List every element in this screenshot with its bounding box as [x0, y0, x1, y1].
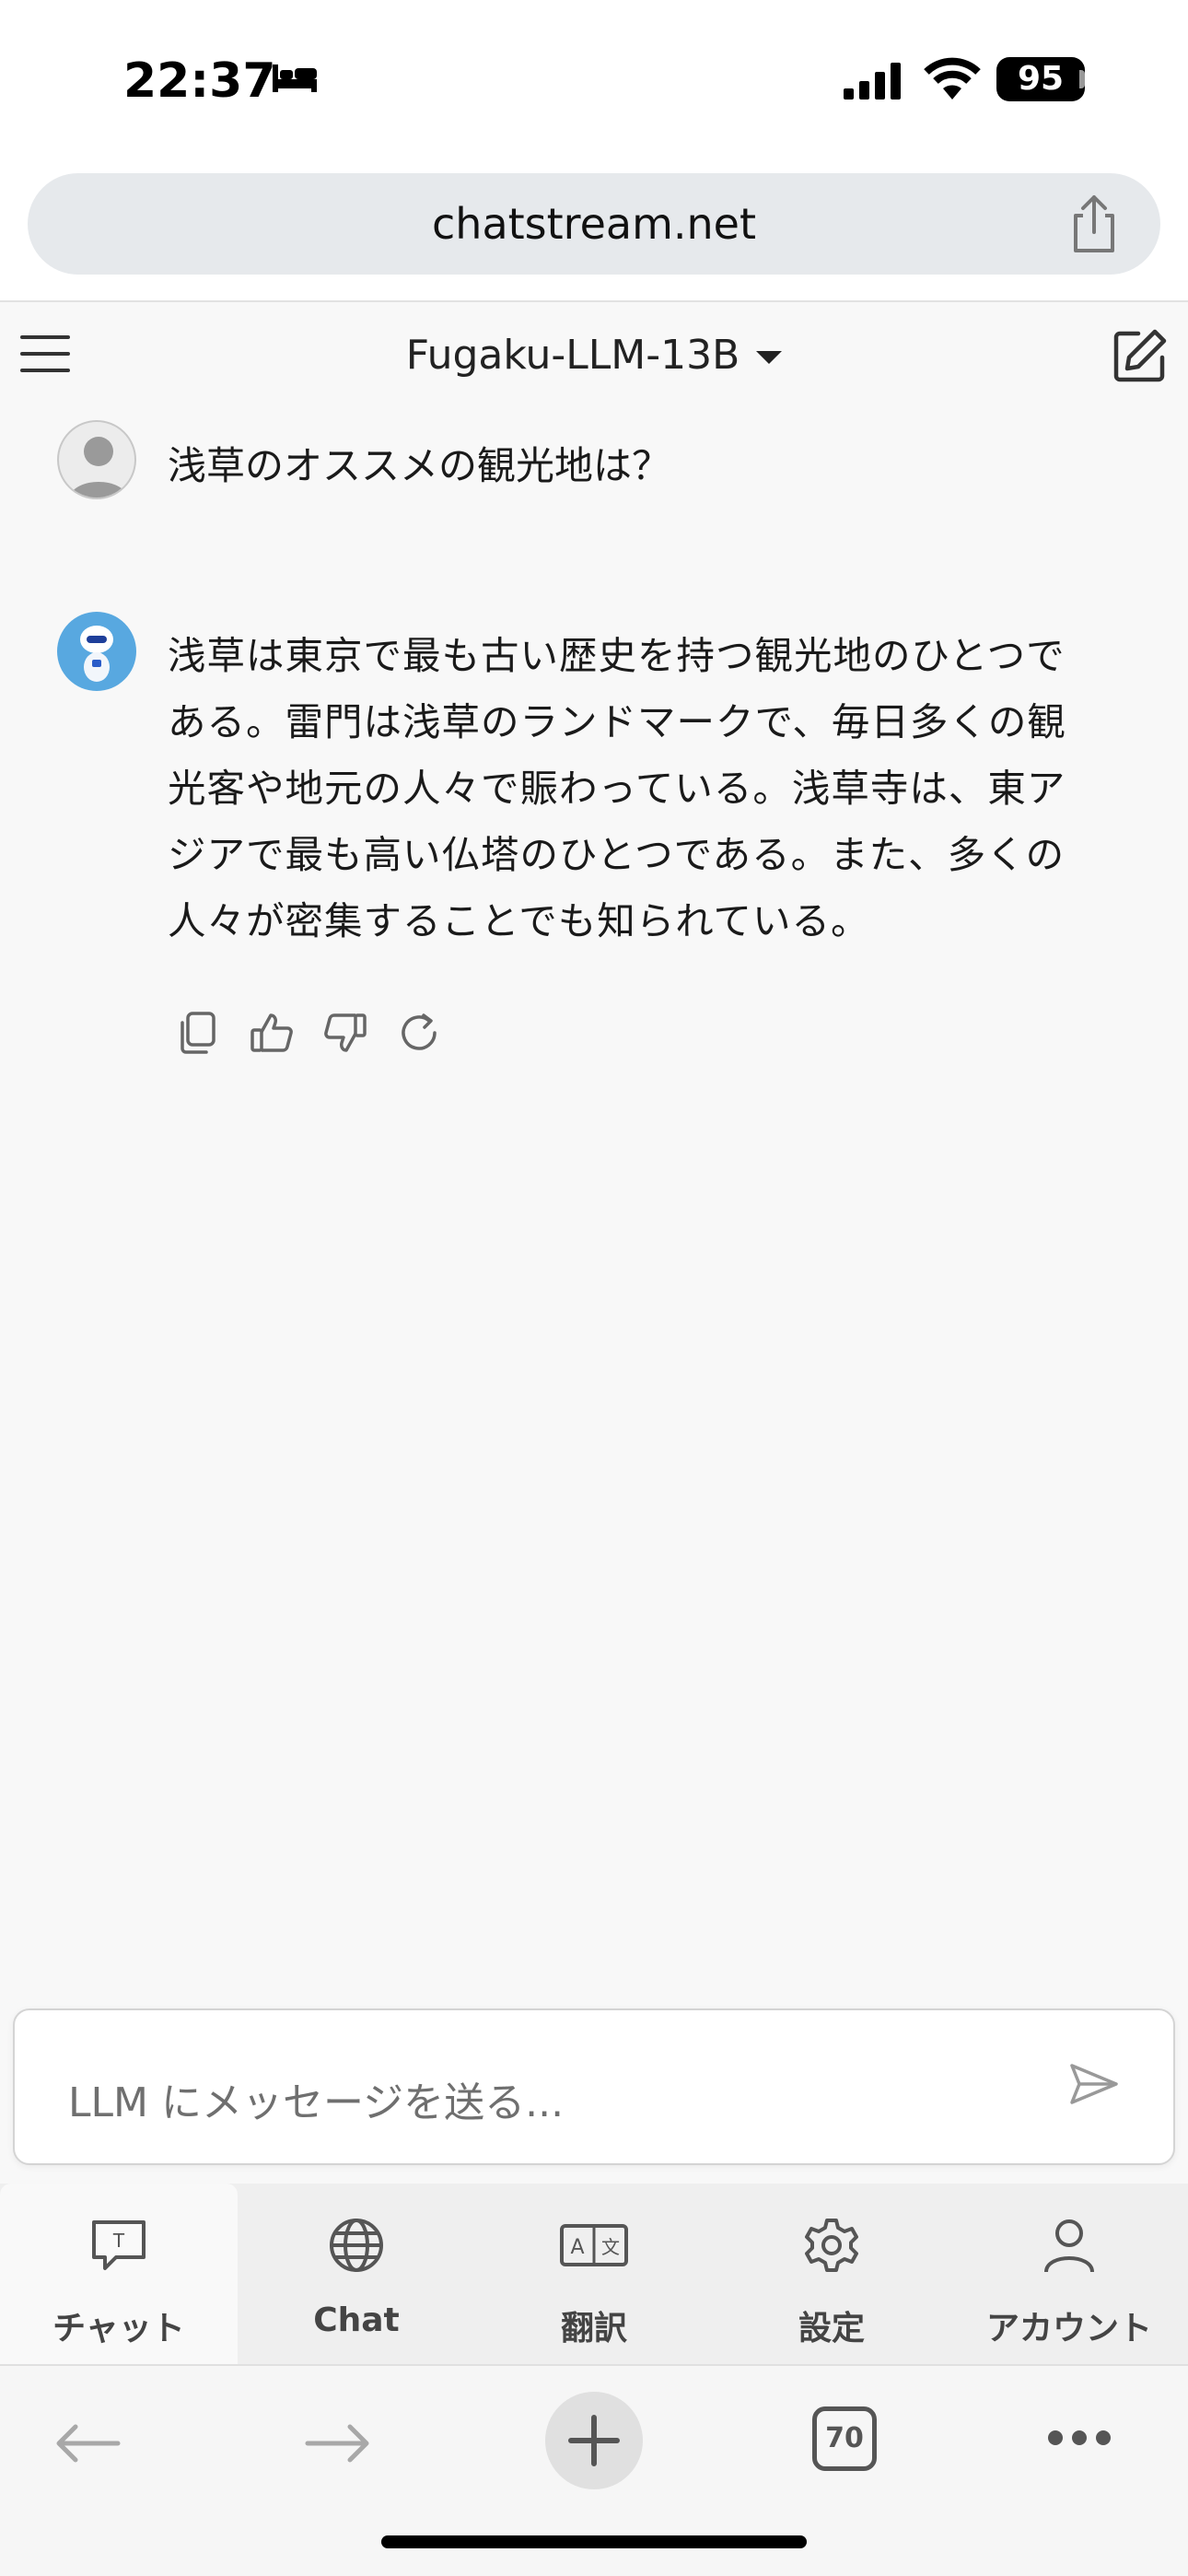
tab-account[interactable]: アカウント: [950, 2184, 1188, 2364]
chevron-down-icon: [756, 351, 783, 364]
user-avatar: [57, 420, 136, 499]
translate-icon: A 文: [560, 2224, 628, 2266]
tab-chat-jp[interactable]: T チャット: [0, 2184, 238, 2364]
tab-label: Chat: [313, 2301, 400, 2339]
new-chat-edit-icon[interactable]: [1111, 326, 1170, 385]
thumbs-down-icon[interactable]: [322, 1010, 368, 1056]
status-bar: 22:37 95: [0, 0, 1188, 157]
tab-label: 翻訳: [560, 2310, 627, 2348]
gear-icon: [805, 2219, 858, 2272]
browser-address-area: chatstream.net: [0, 157, 1188, 302]
svg-text:A: A: [570, 2236, 584, 2259]
tab-label: 設定: [798, 2310, 865, 2348]
tab-label: アカウント: [985, 2310, 1152, 2348]
tab-label: チャット: [52, 2310, 185, 2348]
bot-message-line: 光客や地元の人々で賑わっている。浅草寺は、東ア: [168, 766, 1066, 811]
back-arrow-icon[interactable]: [53, 2423, 122, 2464]
bot-message-line: 人々が密集することでも知られている。: [168, 898, 870, 943]
tab-chat-en[interactable]: Chat: [238, 2184, 475, 2364]
message-input[interactable]: LLM にメッセージを送る...: [13, 2008, 1175, 2165]
bot-message-line: ある。雷門は浅草のランドマークで、毎日多くの観: [168, 699, 1066, 744]
share-icon[interactable]: [1068, 193, 1120, 254]
more-options-icon[interactable]: [1046, 2429, 1112, 2447]
tab-translate[interactable]: A 文 翻訳: [475, 2184, 713, 2364]
battery-indicator: 95: [996, 57, 1085, 101]
url-text: chatstream.net: [432, 199, 756, 249]
status-time: 22:37: [123, 53, 276, 109]
svg-text:文: 文: [601, 2236, 620, 2258]
send-icon[interactable]: [1068, 2062, 1120, 2106]
signal-icon: [844, 63, 901, 100]
person-silhouette-icon: [69, 437, 128, 498]
globe-icon: [330, 2219, 383, 2272]
model-selector[interactable]: Fugaku-LLM-13B: [0, 332, 1188, 379]
bot-avatar: [57, 612, 136, 691]
tab-count-button[interactable]: 70: [812, 2406, 877, 2471]
forward-arrow-icon[interactable]: [304, 2423, 372, 2464]
bot-message: 浅草は東京で最も古い歴史を持つ観光地のひとつで ある。雷門は浅草のランドマークで…: [168, 623, 1125, 954]
new-tab-button[interactable]: [545, 2392, 643, 2489]
app-header: Fugaku-LLM-13B: [0, 304, 1188, 405]
robot-icon: [80, 626, 113, 682]
url-bar[interactable]: chatstream.net: [28, 173, 1160, 275]
svg-text:T: T: [112, 2230, 125, 2252]
bot-message-line: 浅草は東京で最も古い歴史を持つ観光地のひとつで: [168, 633, 1066, 678]
tab-settings[interactable]: 設定: [713, 2184, 950, 2364]
battery-nub: [1079, 70, 1085, 88]
bed-icon: [273, 64, 317, 92]
app-tab-bar: T チャット Chat A 文 翻訳 設定 アカウント: [0, 2184, 1188, 2364]
bot-message-line: ジアで最も高い仏塔のひとつである。また、多くの: [168, 832, 1066, 877]
copy-icon[interactable]: [175, 1010, 221, 1056]
plus-icon: [568, 2415, 620, 2466]
home-indicator: [381, 2535, 807, 2548]
model-name: Fugaku-LLM-13B: [405, 332, 740, 379]
user-message: 浅草のオススメの観光地は？: [168, 443, 671, 488]
regenerate-icon[interactable]: [396, 1010, 442, 1056]
chat-text-icon: T: [92, 2220, 146, 2270]
thumbs-up-icon[interactable]: [249, 1010, 295, 1056]
person-icon: [1044, 2219, 1094, 2273]
wifi-icon: [924, 57, 981, 100]
message-input-placeholder: LLM にメッセージを送る...: [68, 2079, 565, 2126]
message-actions: [175, 1010, 442, 1056]
